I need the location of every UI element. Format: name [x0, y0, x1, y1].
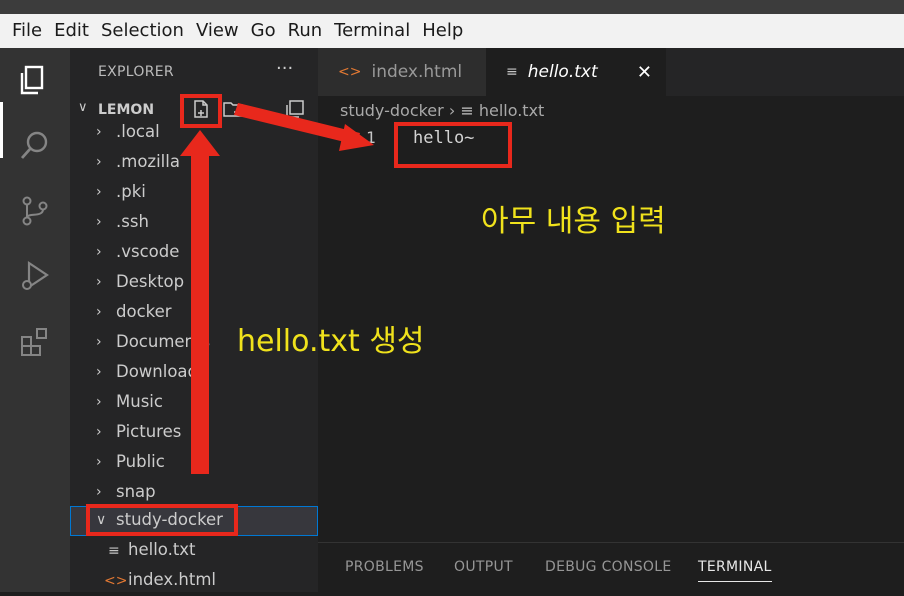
chevron-down-icon: ∨ [78, 100, 88, 115]
extensions-icon[interactable] [17, 324, 53, 360]
line-number: 1 [366, 128, 376, 147]
explorer-icon[interactable] [17, 62, 53, 98]
menu-run[interactable]: Run [282, 14, 329, 48]
tree-label: Public [116, 452, 165, 471]
tab-terminal[interactable]: TERMINAL [698, 559, 772, 582]
explorer-title: EXPLORER [98, 64, 174, 80]
text-file-icon: ≡ [506, 64, 518, 80]
tree-label: .ssh [116, 212, 149, 231]
tree-label: index.html [128, 570, 216, 589]
chevron-right-icon: › [96, 214, 102, 230]
tab-index-html[interactable]: <> index.html [318, 48, 486, 96]
tree-label: Pictures [116, 422, 182, 441]
more-actions-icon[interactable]: ··· [276, 58, 293, 79]
chevron-right-icon: › [96, 394, 102, 410]
run-debug-icon[interactable] [17, 258, 53, 294]
tree-label: Desktop [116, 272, 185, 291]
breadcrumb-file[interactable]: hello.txt [479, 101, 544, 120]
annotation-box-editor-line [394, 122, 512, 168]
tree-label: hello.txt [128, 540, 196, 559]
breadcrumb-folder[interactable]: study-docker [340, 101, 444, 120]
menu-terminal[interactable]: Terminal [328, 14, 416, 48]
tree-file-hello-txt[interactable]: ≡ hello.txt [70, 536, 318, 566]
chevron-right-icon: › [96, 304, 102, 320]
new-folder-icon[interactable] [222, 98, 246, 120]
tree-folder-vscode[interactable]: › .vscode [70, 238, 318, 268]
breadcrumb-separator: › [448, 101, 456, 120]
chevron-right-icon: › [96, 244, 102, 260]
tree-folder-desktop[interactable]: › Desktop [70, 268, 318, 298]
tab-label: index.html [371, 62, 463, 82]
chevron-right-icon: › [96, 424, 102, 440]
workspace-root-label: LEMON [98, 102, 155, 118]
html-file-icon: <> [338, 64, 362, 80]
tree-label: snap [116, 482, 156, 501]
tab-output[interactable]: OUTPUT [454, 559, 513, 575]
activity-bar [0, 48, 70, 592]
chevron-right-icon: › [96, 124, 102, 140]
text-file-icon: ≡ [460, 101, 474, 120]
tree-folder-pictures[interactable]: › Pictures [70, 418, 318, 448]
chevron-right-icon: › [96, 274, 102, 290]
menu-selection[interactable]: Selection [95, 14, 190, 48]
tree-label: .local [116, 122, 160, 141]
menu-file[interactable]: File [0, 14, 48, 48]
chevron-right-icon: › [96, 484, 102, 500]
tree-label: .pki [116, 182, 146, 201]
active-indicator [0, 102, 3, 158]
menu-go[interactable]: Go [245, 14, 282, 48]
annotation-box-new-file [180, 94, 222, 128]
panel-tab-bar: PROBLEMS OUTPUT DEBUG CONSOLE TERMINAL [318, 542, 904, 593]
chevron-right-icon: › [96, 184, 102, 200]
tree-label: .vscode [116, 242, 180, 261]
close-icon[interactable]: ✕ [637, 62, 652, 83]
chevron-right-icon: › [96, 154, 102, 170]
text-file-icon: ≡ [108, 543, 120, 559]
tree-label: Music [116, 392, 163, 411]
annotation-box-study-docker [86, 504, 238, 536]
tree-folder-ssh[interactable]: › .ssh [70, 208, 318, 238]
tree-label: .mozilla [116, 152, 180, 171]
menu-edit[interactable]: Edit [48, 14, 95, 48]
chevron-right-icon: › [96, 334, 102, 350]
tree-label: Documents [116, 332, 211, 351]
source-control-icon[interactable] [17, 193, 53, 229]
window-title-strip [0, 0, 904, 14]
chevron-right-icon: › [96, 364, 102, 380]
annotation-create-note: hello.txt 생성 [237, 324, 425, 359]
tree-folder-music[interactable]: › Music [70, 388, 318, 418]
tree-folder-mozilla[interactable]: › .mozilla [70, 148, 318, 178]
menu-help[interactable]: Help [416, 14, 469, 48]
editor-tab-bar: <> index.html ≡ hello.txt ✕ [318, 48, 904, 96]
tree-folder-pki[interactable]: › .pki [70, 178, 318, 208]
menu-bar: File Edit Selection View Go Run Terminal… [0, 14, 904, 48]
collapse-icon[interactable] [284, 98, 308, 120]
tab-debug-console[interactable]: DEBUG CONSOLE [545, 559, 672, 575]
tab-hello-txt[interactable]: ≡ hello.txt ✕ [486, 48, 666, 96]
tab-label: hello.txt [527, 62, 598, 82]
chevron-right-icon: › [96, 454, 102, 470]
tree-label: docker [116, 302, 172, 321]
breadcrumb: study-docker › ≡ hello.txt [340, 101, 544, 120]
tree-folder-public[interactable]: › Public [70, 448, 318, 478]
html-file-icon: <> [104, 573, 128, 589]
tree-label: Downloads [116, 362, 207, 381]
tab-problems[interactable]: PROBLEMS [345, 559, 424, 575]
search-icon[interactable] [17, 128, 53, 164]
tree-folder-downloads[interactable]: › Downloads [70, 358, 318, 388]
annotation-input-note: 아무 내용 입력 [481, 204, 666, 239]
menu-view[interactable]: View [190, 14, 245, 48]
